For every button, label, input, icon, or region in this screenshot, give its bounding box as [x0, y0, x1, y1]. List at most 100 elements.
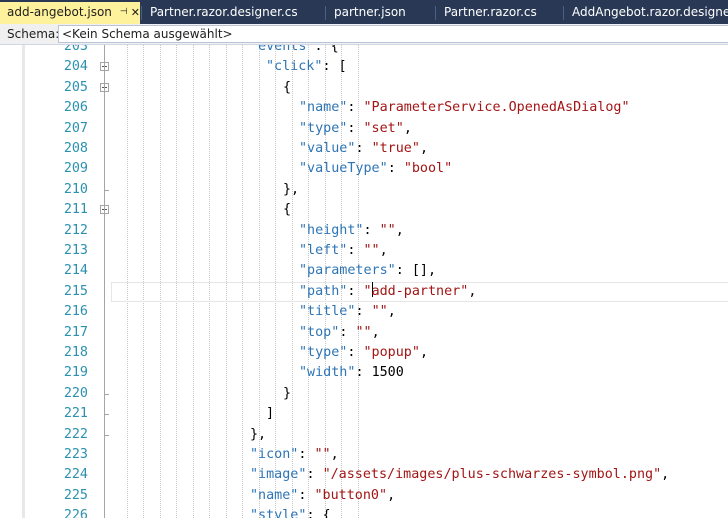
code-line[interactable]: 208 "value": "true", — [0, 139, 728, 159]
json-string: "" — [371, 304, 388, 320]
code-text[interactable]: } — [283, 384, 291, 404]
code-text[interactable]: ] — [266, 404, 274, 424]
json-punctuation: } — [283, 385, 292, 401]
code-line[interactable]: 226 "style": { — [0, 506, 728, 518]
code-line[interactable]: 219 "width": 1500 — [0, 363, 728, 383]
code-line[interactable]: 220} — [0, 384, 728, 404]
code-text[interactable]: { — [283, 200, 291, 220]
json-punctuation: : — [363, 222, 380, 238]
code-text[interactable]: "top": "", — [299, 323, 380, 343]
json-punctuation: : — [339, 324, 356, 340]
line-number: 209 — [63, 161, 88, 177]
code-text[interactable]: "icon": "", — [250, 445, 339, 465]
code-line[interactable]: 211 { — [0, 200, 728, 220]
code-text[interactable]: }, — [250, 425, 266, 445]
json-key: "image" — [250, 467, 307, 483]
json-punctuation: : — [355, 304, 372, 320]
line-number: 204 — [63, 59, 88, 75]
code-line[interactable]: 210}, — [0, 180, 728, 200]
code-line[interactable]: 213 "left": "", — [0, 241, 728, 261]
schema-label: Schema: — [7, 27, 60, 41]
code-line[interactable]: 221] — [0, 404, 728, 424]
json-key: "width" — [299, 365, 356, 381]
json-key: "path" — [299, 283, 348, 299]
code-text[interactable]: "width": 1500 — [299, 363, 404, 383]
code-text[interactable]: "left": "", — [299, 241, 388, 261]
code-line[interactable]: 203 "events": { — [0, 45, 728, 57]
json-key: "name" — [299, 100, 348, 116]
tab-partner-razor-cs[interactable]: Partner.razor.cs — [437, 3, 561, 24]
json-punctuation: , — [419, 345, 428, 360]
json-string: "button0" — [314, 487, 388, 503]
code-text[interactable]: "title": "", — [299, 302, 396, 322]
code-text[interactable]: "name": "ParameterService.OpenedAsDialog… — [299, 98, 630, 118]
code-text[interactable]: "type": "popup", — [299, 343, 428, 363]
json-punctuation: : — [347, 243, 364, 258]
line-number: 203 — [63, 45, 88, 54]
json-string: "" — [379, 222, 396, 238]
json-string: "true" — [371, 141, 420, 156]
pin-icon[interactable]: ⊣ — [120, 2, 128, 23]
json-punctuation: , — [661, 467, 670, 483]
code-line[interactable]: 222}, — [0, 425, 728, 445]
json-punctuation: : [], — [395, 263, 437, 279]
json-punctuation: { — [283, 202, 292, 218]
json-key: "value" — [299, 141, 356, 156]
code-line[interactable]: 216 "title": "", — [0, 302, 728, 322]
code-line[interactable]: 206 "name": "ParameterService.OpenedAsDia… — [0, 98, 728, 118]
schema-dropdown[interactable]: <Kein Schema ausgewählt> — [58, 25, 728, 43]
code-line[interactable]: 215 "path": "add-partner", — [0, 281, 728, 302]
line-number: 217 — [63, 324, 88, 340]
tab-separator — [435, 6, 436, 20]
tab-partner-razor-designer-cs[interactable]: Partner.razor.designer.cs — [143, 3, 323, 24]
code-text[interactable]: }, — [283, 180, 299, 200]
json-punctuation: : { — [314, 45, 339, 54]
code-text[interactable]: "type": "set", — [299, 119, 412, 139]
code-text[interactable]: "path": "add-partner", — [299, 281, 476, 302]
outline-end-marker — [104, 434, 109, 436]
code-text[interactable]: "parameters": [], — [299, 261, 436, 281]
json-punctuation: : [ — [322, 59, 347, 75]
code-text[interactable]: "image": "/assets/images/plus-schwarzes-… — [250, 465, 669, 485]
json-punctuation: : — [347, 100, 364, 116]
code-line[interactable]: 204 "click": [ — [0, 57, 728, 77]
json-key: "name" — [250, 487, 299, 503]
json-punctuation: { — [283, 79, 292, 95]
code-line[interactable]: 214 "parameters": [], — [0, 261, 728, 281]
code-text[interactable]: "click": [ — [266, 57, 347, 77]
code-text[interactable]: "height": "", — [299, 221, 404, 241]
code-line[interactable]: 209 "valueType": "bool" — [0, 159, 728, 179]
code-editor[interactable]: 203 "events": { 204 "click": [205{206 "name"… — [0, 45, 728, 518]
code-text[interactable]: "valueType": "bool" — [299, 159, 452, 179]
code-text[interactable]: "events": { — [250, 45, 339, 57]
code-line[interactable]: 207 "type": "set", — [0, 119, 728, 139]
json-string: "" — [355, 324, 372, 340]
json-string: "popup" — [363, 345, 420, 360]
code-text[interactable]: "style": { — [250, 506, 331, 518]
code-line[interactable]: 225 "name": "button0", — [0, 486, 728, 506]
tab-add-angebot-json[interactable]: add-angebot.json ⊣ ✕ — [0, 2, 140, 24]
json-key: "style" — [250, 508, 307, 518]
tab-addangebot-razor-designer-cs[interactable]: AddAngebot.razor.designer.cs — [565, 3, 728, 24]
tab-partner-json[interactable]: partner.json — [327, 3, 434, 24]
line-number: 223 — [63, 447, 88, 462]
json-string: add-partner" — [371, 283, 469, 299]
json-punctuation: , — [330, 447, 339, 462]
json-key: "parameters" — [299, 263, 396, 279]
json-punctuation: , — [371, 324, 380, 340]
tab-label: add-angebot.json — [7, 5, 112, 19]
code-text[interactable]: "name": "button0", — [250, 486, 395, 506]
line-number: 207 — [63, 120, 88, 136]
close-icon[interactable]: ✕ — [131, 2, 140, 23]
code-line[interactable]: 205 { — [0, 78, 728, 98]
code-line[interactable]: 224 "image": "/assets/images/plus-schwarz… — [0, 465, 728, 485]
code-text[interactable]: { — [283, 78, 291, 98]
code-line[interactable]: 218 "type": "popup", — [0, 343, 728, 363]
code-line[interactable]: 212 "height": "", — [0, 221, 728, 241]
code-text[interactable]: "value": "true", — [299, 139, 428, 159]
json-punctuation: ] — [266, 406, 275, 422]
code-line[interactable]: 217 "top": "", — [0, 323, 728, 343]
json-key: "top" — [299, 324, 340, 340]
code-line[interactable]: 223 "icon": "", — [0, 445, 728, 465]
json-punctuation: , — [387, 487, 396, 503]
